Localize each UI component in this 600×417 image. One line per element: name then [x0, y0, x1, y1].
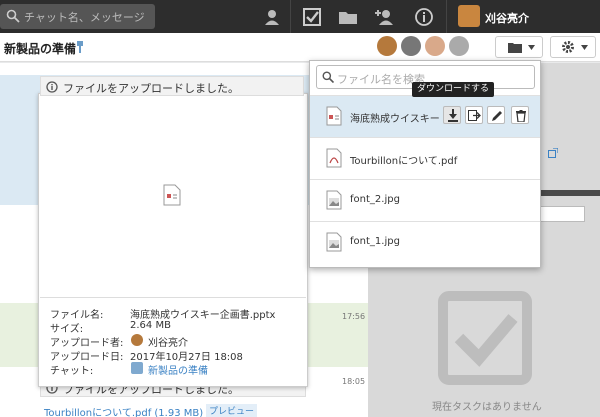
- gear-icon: [562, 41, 574, 53]
- divider: [446, 0, 447, 33]
- file-item[interactable]: 海底熟成ウイスキー: [310, 95, 540, 137]
- file-name: font_1.jpg: [350, 236, 400, 247]
- empty-task-text: 現在タスクはありません: [432, 402, 542, 413]
- member-avatar[interactable]: [377, 36, 397, 56]
- share-icon: [468, 110, 481, 121]
- download-button[interactable]: [443, 106, 461, 124]
- meta-label: ファイル名:: [50, 310, 104, 321]
- info-icon[interactable]: [414, 7, 434, 27]
- room-header: 新製品の準備: [0, 33, 600, 62]
- room-title: 新製品の準備: [4, 42, 77, 56]
- member-list-icon[interactable]: [449, 36, 469, 56]
- folder-icon[interactable]: [338, 7, 358, 27]
- user-name[interactable]: 刈谷亮介: [485, 10, 529, 26]
- message-time: 18:05: [342, 377, 366, 386]
- image-file-icon: [326, 232, 342, 252]
- upload-date-value: 2017年10月27日 18:08: [130, 352, 243, 363]
- chat-avatar: [131, 362, 143, 374]
- meta-label: チャット:: [50, 366, 94, 377]
- file-item[interactable]: Tourbillonについて.pdf: [310, 137, 540, 179]
- divider: [290, 0, 291, 33]
- settings-button[interactable]: [550, 36, 596, 58]
- message-time: 17:56: [342, 312, 366, 321]
- sidebar-header: [540, 190, 600, 196]
- pin-icon[interactable]: [76, 41, 84, 53]
- meta-label: アップロード日:: [50, 352, 124, 363]
- file-item[interactable]: font_1.jpg: [310, 221, 540, 263]
- pptx-file-icon: [163, 184, 181, 206]
- file-name: font_2.jpg: [350, 194, 400, 205]
- uploader-value[interactable]: 刈谷亮介: [148, 334, 188, 349]
- pencil-icon: [492, 111, 502, 121]
- person-icon[interactable]: [262, 7, 282, 27]
- search-icon: [6, 9, 20, 23]
- file-link[interactable]: Tourbillonについて.pdf (1.93 MB): [44, 404, 203, 417]
- search-icon: [322, 71, 334, 83]
- file-name: Tourbillonについて.pdf: [350, 156, 458, 167]
- member-avatar[interactable]: [401, 36, 421, 56]
- file-item[interactable]: font_2.jpg: [310, 179, 540, 221]
- edit-button[interactable]: [487, 106, 505, 124]
- chat-search-placeholder: チャット名、メッセージ: [24, 11, 145, 24]
- task-input[interactable]: [540, 206, 585, 222]
- user-avatar[interactable]: [458, 5, 480, 27]
- task-check-icon[interactable]: [302, 7, 322, 27]
- empty-task-icon: [438, 291, 532, 385]
- chat-link[interactable]: 新製品の準備: [148, 362, 208, 377]
- file-name-value: 海底熟成ウイスキー企画書.pptx: [130, 310, 276, 321]
- caret-down-icon: [528, 45, 535, 50]
- folder-icon: [508, 43, 522, 53]
- image-file-icon: [326, 190, 342, 210]
- upload-notice: ファイルをアップロードしました。: [40, 76, 304, 96]
- uploader-avatar: [131, 334, 143, 346]
- files-button[interactable]: [495, 36, 543, 58]
- meta-label: サイズ:: [50, 324, 84, 335]
- meta-label: アップロード者:: [50, 338, 124, 349]
- add-contact-icon[interactable]: [374, 7, 394, 27]
- file-size-value: 2.64 MB: [130, 320, 171, 331]
- chat-search-box[interactable]: チャット名、メッセージ: [0, 4, 155, 29]
- file-name: 海底熟成ウイスキー: [350, 114, 440, 125]
- pdf-file-icon: [326, 148, 342, 168]
- download-icon: [448, 109, 458, 122]
- info-icon: [46, 81, 58, 93]
- preview-button[interactable]: プレビュー: [206, 404, 258, 417]
- caret-down-icon: [581, 45, 588, 50]
- member-avatar[interactable]: [425, 36, 445, 56]
- external-link-icon[interactable]: [548, 148, 558, 158]
- share-button[interactable]: [465, 106, 483, 124]
- pptx-file-icon: [326, 106, 342, 126]
- download-tooltip: ダウンロードする: [412, 82, 495, 97]
- top-bar: チャット名、メッセージ 刈谷亮介: [0, 0, 600, 33]
- delete-button[interactable]: [511, 106, 529, 124]
- trash-icon: [516, 110, 526, 122]
- divider: [40, 297, 306, 298]
- upload-notice-text: ファイルをアップロードしました。: [63, 82, 239, 95]
